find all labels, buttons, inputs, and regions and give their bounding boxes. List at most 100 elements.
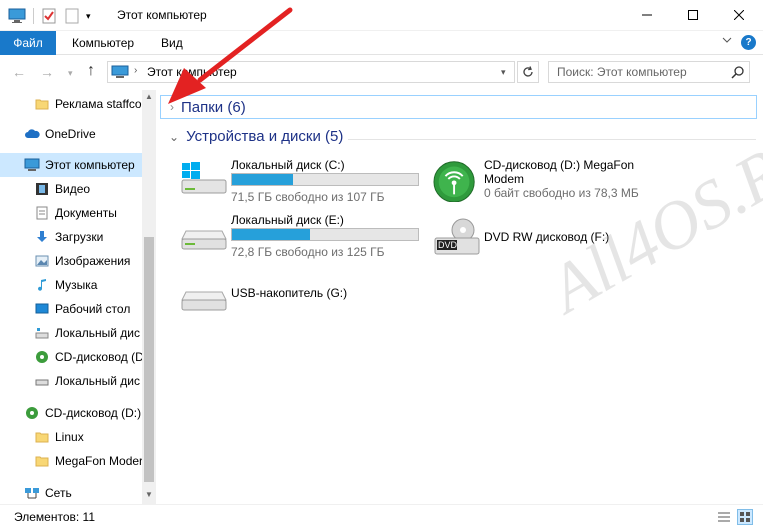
customize-toolbar-icon[interactable]: ▾ (86, 7, 91, 25)
computer-icon (24, 157, 40, 173)
group-title-devices: Устройства и диски (5) (186, 128, 344, 145)
refresh-button[interactable] (517, 61, 539, 83)
ribbon: Файл Компьютер Вид ? (0, 31, 763, 55)
maximize-button[interactable] (670, 0, 716, 30)
drive-free-space: 0 байт свободно из 78,3 МБ (484, 186, 639, 200)
items-count: Элементов: 11 (14, 510, 95, 524)
dvd-drive-icon (434, 218, 480, 255)
sidebar-item-reklama[interactable]: Реклама staffcо (0, 92, 142, 116)
address-bar[interactable]: › Этот компьютер ▾ (107, 61, 515, 83)
sidebar-item-music[interactable]: Музыка (0, 273, 142, 297)
content-pane: › Папки (6) ⌄ Устройства и диски (5) Лок… (156, 90, 763, 504)
sidebar-item-images[interactable]: Изображения (0, 249, 142, 273)
drive-name: CD-дисковод (D:) MegaFon (484, 158, 635, 172)
drive-icon (34, 325, 50, 341)
sidebar-item-cd-drive-d[interactable]: CD-дисковод (D:) (0, 401, 142, 425)
toolbar-separator (33, 8, 34, 24)
search-placeholder: Поиск: Этот компьютер (557, 65, 687, 79)
sidebar-item-cd-drive[interactable]: CD-дисковод (D (0, 345, 142, 369)
drive-usage-fill (232, 174, 294, 185)
drive-d[interactable]: CD-дисковод (D:) MegaFon Modem 0 байт св… (433, 158, 663, 204)
drive-icon (181, 230, 227, 250)
drive-e[interactable]: Локальный диск (E:) 72,8 ГБ свободно из … (180, 213, 430, 259)
downloads-icon (34, 229, 50, 245)
title-bar: ▾ Этот компьютер (0, 0, 763, 31)
details-view-button[interactable] (716, 509, 732, 525)
sidebar-item-network[interactable]: Сеть (0, 481, 142, 504)
sidebar-item-megafon-modem[interactable]: MegaFon Moder (0, 449, 142, 473)
desktop-icon (34, 301, 50, 317)
usb-drive-icon (181, 291, 227, 311)
scrollbar-thumb[interactable] (144, 237, 154, 482)
drive-name: Локальный диск (C:) (231, 158, 345, 172)
scroll-up-icon[interactable]: ▲ (145, 92, 153, 101)
breadcrumb[interactable]: Этот компьютер (147, 65, 237, 79)
drive-usage-bar (231, 228, 419, 241)
images-icon (34, 253, 50, 269)
drive-usage-bar (231, 173, 419, 186)
minimize-icon (642, 14, 652, 16)
computer-icon (111, 65, 129, 82)
status-bar: Элементов: 11 (0, 504, 763, 528)
help-button[interactable]: ? (741, 35, 756, 50)
cloud-icon (24, 126, 40, 142)
sidebar-item-documents[interactable]: Документы (0, 201, 142, 225)
drive-name-line2: Modem (484, 172, 525, 186)
cd-drive-icon (24, 405, 40, 421)
windows-drive-icon (181, 162, 227, 194)
close-icon (734, 10, 744, 20)
search-icon[interactable] (731, 65, 745, 82)
new-folder-icon[interactable] (64, 7, 80, 25)
folder-icon (34, 429, 50, 445)
music-icon (34, 277, 50, 293)
sidebar-item-this-pc[interactable]: Этот компьютер (0, 153, 142, 177)
drive-c[interactable]: Локальный диск (C:) 71,5 ГБ свободно из … (180, 158, 430, 204)
scroll-down-icon[interactable]: ▼ (145, 490, 153, 499)
drive-free-space: 72,8 ГБ свободно из 125 ГБ (231, 245, 385, 259)
drive-name: USB-накопитель (G:) (231, 286, 348, 300)
breadcrumb-chevron-icon[interactable]: › (134, 65, 137, 76)
network-icon (24, 485, 40, 501)
back-arrow-icon[interactable]: ← (12, 64, 26, 80)
tab-computer[interactable]: Компьютер (72, 36, 134, 50)
sidebar-scrollbar[interactable]: ▲ ▼ (142, 90, 156, 504)
documents-icon (34, 205, 50, 221)
sidebar-item-linux[interactable]: Linux (0, 425, 142, 449)
drive-name: Локальный диск (E:) (231, 213, 344, 227)
sidebar-item-downloads[interactable]: Загрузки (0, 225, 142, 249)
up-arrow-icon[interactable]: ↑ (87, 62, 95, 80)
drive-g[interactable]: USB-накопитель (G:) (180, 286, 430, 320)
sidebar-item-onedrive[interactable]: OneDrive (0, 122, 142, 146)
group-title-folders: Папки (6) (181, 98, 246, 116)
search-input[interactable]: Поиск: Этот компьютер (548, 61, 750, 83)
expand-ribbon-icon[interactable] (722, 35, 732, 48)
cd-drive-icon (433, 161, 475, 202)
dvd-badge: DVD (438, 240, 458, 250)
close-button[interactable] (716, 0, 762, 30)
folder-icon (34, 96, 50, 112)
properties-icon[interactable] (41, 7, 57, 25)
video-icon (34, 181, 50, 197)
group-devices[interactable]: ⌄ Устройства и диски (5) (160, 128, 343, 145)
tiles-view-button[interactable] (737, 509, 753, 525)
drive-usage-fill (232, 229, 311, 240)
maximize-icon (688, 10, 698, 20)
sidebar-item-local-disk-c[interactable]: Локальный дис (0, 321, 142, 345)
tab-file[interactable]: Файл (0, 31, 56, 55)
tab-view[interactable]: Вид (161, 36, 183, 50)
minimize-button[interactable] (624, 0, 670, 30)
chevron-down-icon[interactable]: ⌄ (169, 130, 179, 144)
folder-icon (34, 453, 50, 469)
group-folders[interactable]: › Папки (6) (160, 95, 757, 119)
sidebar-item-video[interactable]: Видео (0, 177, 142, 201)
group-divider (348, 139, 756, 140)
cd-drive-icon (34, 349, 50, 365)
chevron-right-icon[interactable]: › (170, 100, 174, 114)
sidebar-item-local-disk-e[interactable]: Локальный дис (0, 369, 142, 393)
address-dropdown-icon[interactable]: ▾ (501, 67, 506, 78)
forward-arrow-icon[interactable]: → (40, 64, 54, 80)
sidebar-item-desktop[interactable]: Рабочий стол (0, 297, 142, 321)
refresh-icon (523, 66, 533, 77)
recent-locations-icon[interactable]: ▾ (68, 68, 73, 79)
computer-icon[interactable] (8, 7, 26, 25)
